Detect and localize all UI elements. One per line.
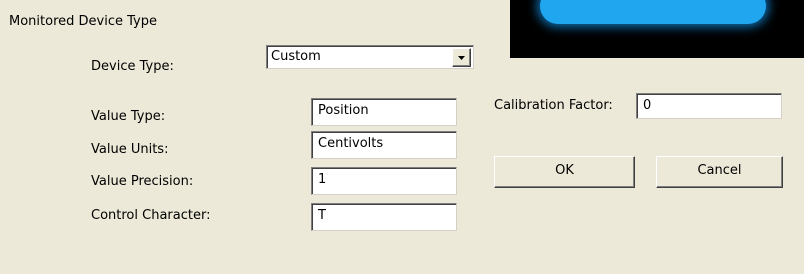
value-precision-input[interactable]: 1 (311, 167, 457, 195)
control-character-label: Control Character: (91, 208, 211, 223)
value-units-label: Value Units: (91, 142, 169, 157)
group-title: Monitored Device Type (9, 14, 157, 29)
device-type-dropdown-button[interactable] (452, 48, 471, 67)
ok-button[interactable]: OK (494, 156, 635, 188)
preview-glow (540, 0, 766, 24)
value-type-label: Value Type: (91, 109, 166, 124)
device-type-label: Device Type: (91, 59, 174, 74)
value-type-input[interactable]: Position (311, 98, 457, 126)
cancel-button[interactable]: Cancel (656, 156, 783, 188)
device-type-value[interactable]: Custom (266, 45, 474, 69)
value-units-input[interactable]: Centivolts (311, 131, 457, 159)
control-character-input[interactable]: T (311, 203, 457, 231)
preview-panel (510, 0, 804, 58)
calibration-factor-label: Calibration Factor: (494, 98, 613, 113)
chevron-down-icon (458, 56, 465, 60)
value-precision-label: Value Precision: (91, 174, 194, 189)
calibration-factor-input[interactable]: 0 (636, 93, 782, 119)
